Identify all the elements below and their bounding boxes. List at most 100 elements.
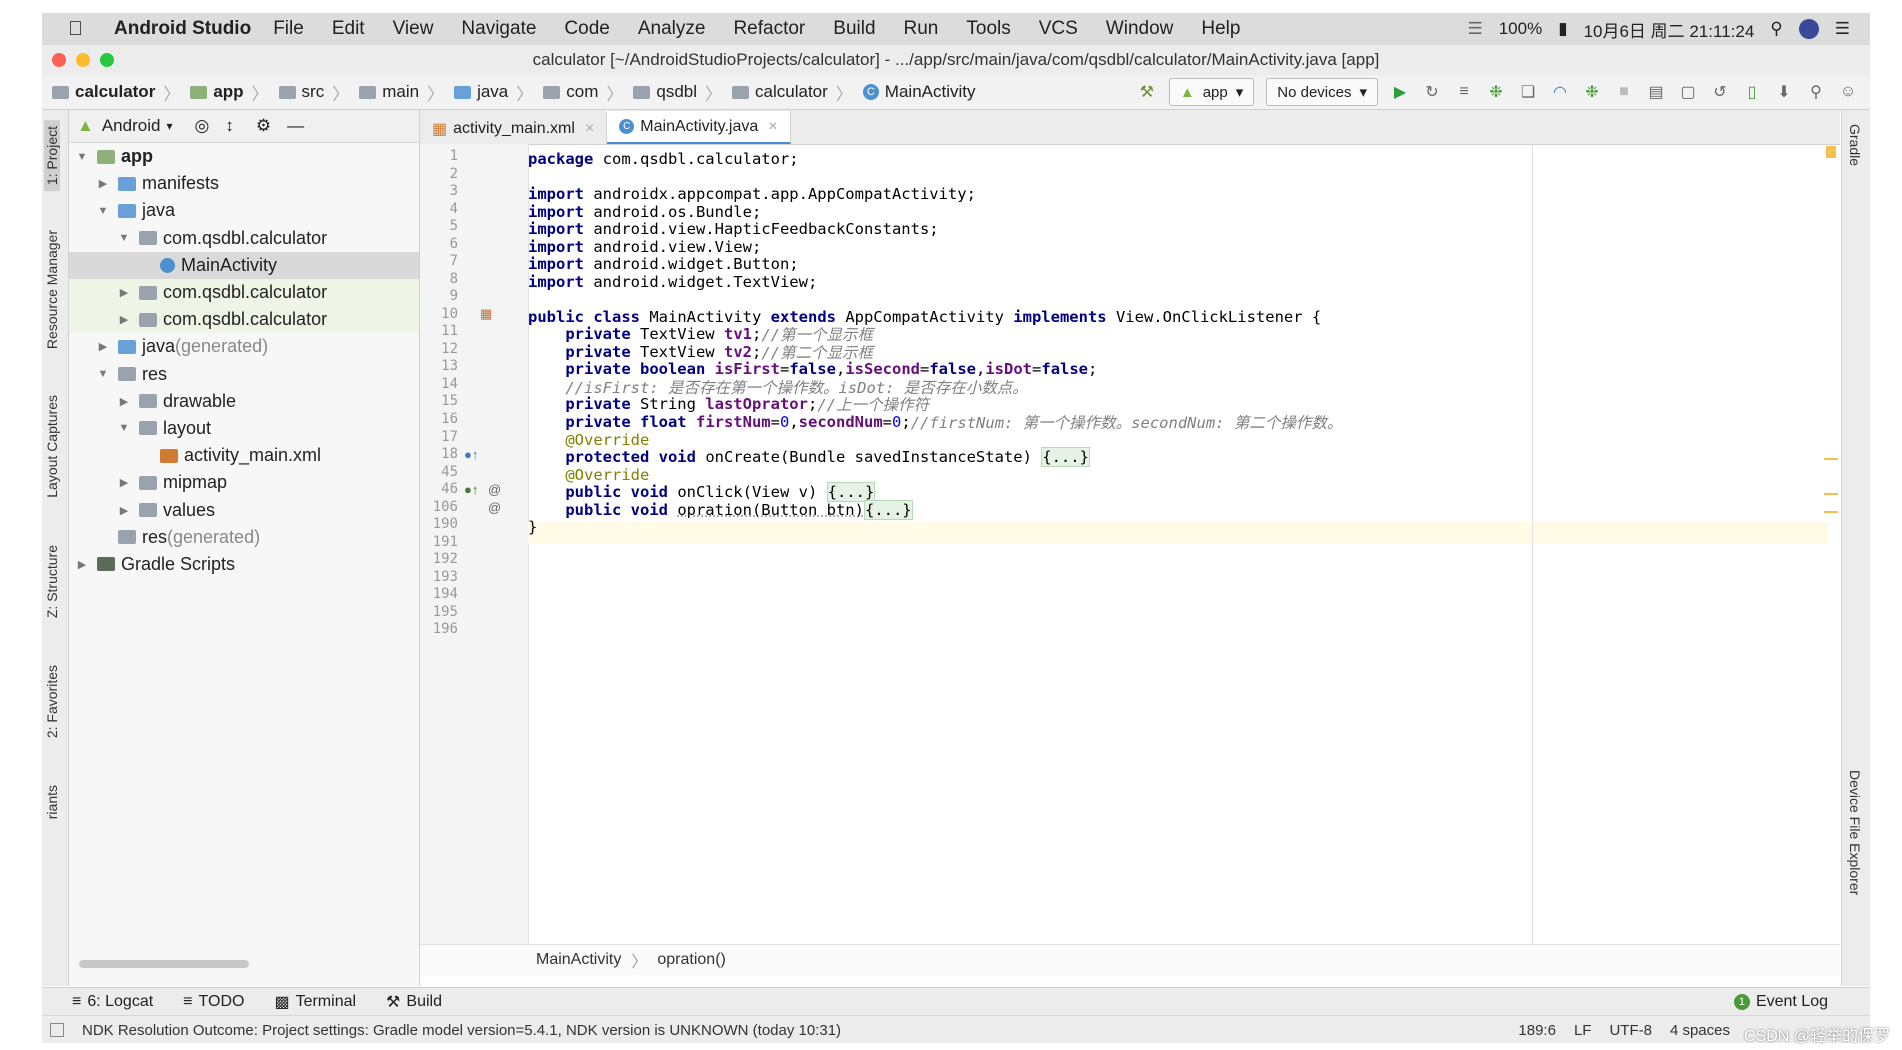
warning-marker[interactable] — [1824, 511, 1838, 513]
logcat-button[interactable]: ≡ 6: Logcat — [72, 993, 153, 1011]
gradle-sync-icon[interactable]: ↺ — [1710, 82, 1730, 102]
menu-file[interactable]: File — [273, 18, 304, 40]
line-separator[interactable]: LF — [1574, 1022, 1592, 1039]
tree-item[interactable]: ▼ java — [69, 197, 419, 224]
crumb-app[interactable]: app — [213, 82, 243, 102]
override-method-icon[interactable]: ●↑ — [464, 447, 478, 462]
tree-item[interactable]: ▶ mipmap — [69, 469, 419, 496]
warning-marker[interactable] — [1824, 458, 1838, 460]
terminal-button[interactable]: ▩ Terminal — [274, 992, 356, 1012]
inspection-status-icon[interactable] — [1826, 146, 1836, 158]
run-icon[interactable]: ▶ — [1390, 82, 1410, 102]
crumb-main[interactable]: main — [382, 82, 419, 102]
menu-code[interactable]: Code — [564, 18, 609, 40]
chevron-down-icon[interactable]: ▼ — [96, 368, 110, 380]
run-config-select[interactable]: ▲ app ▾ — [1168, 78, 1255, 106]
chevron-down-icon[interactable]: ▼ — [96, 205, 110, 217]
tab-device-file-explorer[interactable]: Device File Explorer — [1847, 770, 1863, 895]
code-crumb-method[interactable]: opration() — [657, 951, 725, 969]
tree-item[interactable]: ▼ res — [69, 361, 419, 388]
tab-mainactivity-java[interactable]: C MainActivity.java × — [607, 111, 791, 144]
menu-run[interactable]: Run — [904, 18, 939, 40]
code-crumb-class[interactable]: MainActivity — [536, 951, 621, 969]
attach-debugger-icon[interactable]: ❏ — [1518, 82, 1538, 102]
chevron-right-icon[interactable]: ▶ — [117, 476, 131, 489]
tree-item[interactable]: ▶ Gradle Scripts — [69, 551, 419, 578]
menu-view[interactable]: View — [393, 18, 434, 40]
tab-layout-captures[interactable]: Layout Captures — [44, 395, 60, 498]
project-structure-icon[interactable]: ▤ — [1646, 82, 1666, 102]
error-stripe[interactable] — [1824, 144, 1838, 944]
stop-icon[interactable]: ■ — [1614, 82, 1634, 102]
annotation-icon[interactable]: @ — [488, 482, 501, 497]
battery-icon[interactable]: ▮ — [1558, 19, 1567, 39]
status-message[interactable]: NDK Resolution Outcome: Project settings… — [82, 1022, 841, 1039]
menu-vcs[interactable]: VCS — [1039, 18, 1078, 40]
apply-code-changes-icon[interactable]: ≡ — [1454, 82, 1474, 102]
apple-icon[interactable]:  — [68, 18, 98, 41]
device-manager-icon[interactable]: ▯ — [1742, 82, 1762, 102]
menu-edit[interactable]: Edit — [332, 18, 365, 40]
menu-refactor[interactable]: Refactor — [733, 18, 805, 40]
chevron-down-icon[interactable]: ▼ — [117, 232, 131, 244]
tree-item[interactable]: ▼ layout — [69, 415, 419, 442]
crumb-calculator[interactable]: calculator — [755, 82, 828, 102]
crumb-project[interactable]: calculator — [75, 82, 155, 102]
layout-preview-icon[interactable]: ▦ — [480, 306, 492, 322]
crumb-mainactivity[interactable]: MainActivity — [885, 82, 976, 102]
profile-icon[interactable]: ◠ — [1550, 82, 1570, 102]
menu-navigate[interactable]: Navigate — [461, 18, 536, 40]
indent[interactable]: 4 spaces — [1670, 1022, 1730, 1039]
tab-favorites[interactable]: 2: Favorites — [44, 665, 60, 738]
battery-text[interactable]: 100% — [1499, 19, 1542, 39]
build-button[interactable]: ⚒ Build — [386, 992, 442, 1012]
tree-item[interactable]: activity_main.xml — [69, 442, 419, 469]
chevron-down-icon[interactable]: ▾ — [166, 119, 172, 133]
chevron-right-icon[interactable]: ▶ — [117, 313, 131, 326]
warning-marker[interactable] — [1824, 493, 1838, 495]
tree-item[interactable]: ▼ app — [69, 143, 419, 170]
tree-item[interactable]: ▶ values — [69, 496, 419, 523]
implement-method-icon[interactable]: ●↑ — [464, 482, 478, 497]
folded-block[interactable]: {...} — [863, 499, 913, 520]
tab-gradle[interactable]: Gradle — [1847, 124, 1863, 166]
user-icon[interactable]: ☺ — [1838, 82, 1858, 102]
chevron-down-icon[interactable]: ▼ — [117, 422, 131, 434]
gear-icon[interactable]: ⚙ — [256, 116, 271, 136]
encoding[interactable]: UTF-8 — [1609, 1022, 1652, 1039]
tree-item[interactable]: ▶ com.qsdbl.calculator — [69, 306, 419, 334]
close-icon[interactable]: × — [768, 118, 777, 136]
spotlight-search-icon[interactable]: ⚲ — [1770, 19, 1782, 39]
close-icon[interactable]: × — [585, 120, 594, 138]
tab-structure[interactable]: Z: Structure — [44, 545, 60, 618]
caret-position[interactable]: 189:6 — [1518, 1022, 1556, 1039]
tab-project[interactable]: 1: Project — [44, 120, 60, 192]
search-icon[interactable]: ⚲ — [1806, 82, 1826, 102]
chevron-down-icon[interactable]: ▼ — [75, 151, 89, 163]
chevron-right-icon[interactable]: ▶ — [117, 286, 131, 299]
event-log-button[interactable]: 1 Event Log — [1733, 993, 1828, 1011]
siri-icon[interactable] — [1798, 19, 1819, 39]
hide-panel-icon[interactable]: — — [287, 116, 304, 136]
tab-resource-manager[interactable]: Resource Manager — [44, 230, 60, 349]
menu-window[interactable]: Window — [1106, 18, 1174, 40]
chevron-right-icon[interactable]: ▶ — [117, 504, 131, 517]
crumb-java[interactable]: java — [477, 82, 508, 102]
menu-build[interactable]: Build — [833, 18, 875, 40]
chevron-right-icon[interactable]: ▶ — [96, 340, 110, 353]
menu-analyze[interactable]: Analyze — [638, 18, 706, 40]
menu-tools[interactable]: Tools — [966, 18, 1010, 40]
tree-item[interactable]: res (generated) — [69, 524, 419, 551]
sdk-manager-icon[interactable]: ⬇ — [1774, 82, 1794, 102]
folded-block[interactable]: {...} — [1041, 446, 1090, 467]
apply-changes-icon[interactable]: ↻ — [1422, 82, 1442, 102]
debug-icon[interactable]: ❉ — [1486, 82, 1506, 102]
chevron-right-icon[interactable]: ▶ — [117, 395, 131, 408]
project-view-select[interactable]: Android — [102, 116, 161, 136]
wifi-icon[interactable]: ☰ — [1467, 19, 1482, 39]
chevron-right-icon[interactable]: ▶ — [75, 558, 89, 571]
tree-item[interactable]: ▶ drawable — [69, 388, 419, 415]
crumb-com[interactable]: com — [566, 82, 598, 102]
attach-profiler-icon[interactable]: ❉ — [1582, 82, 1602, 102]
tree-item[interactable]: MainActivity — [69, 251, 419, 279]
